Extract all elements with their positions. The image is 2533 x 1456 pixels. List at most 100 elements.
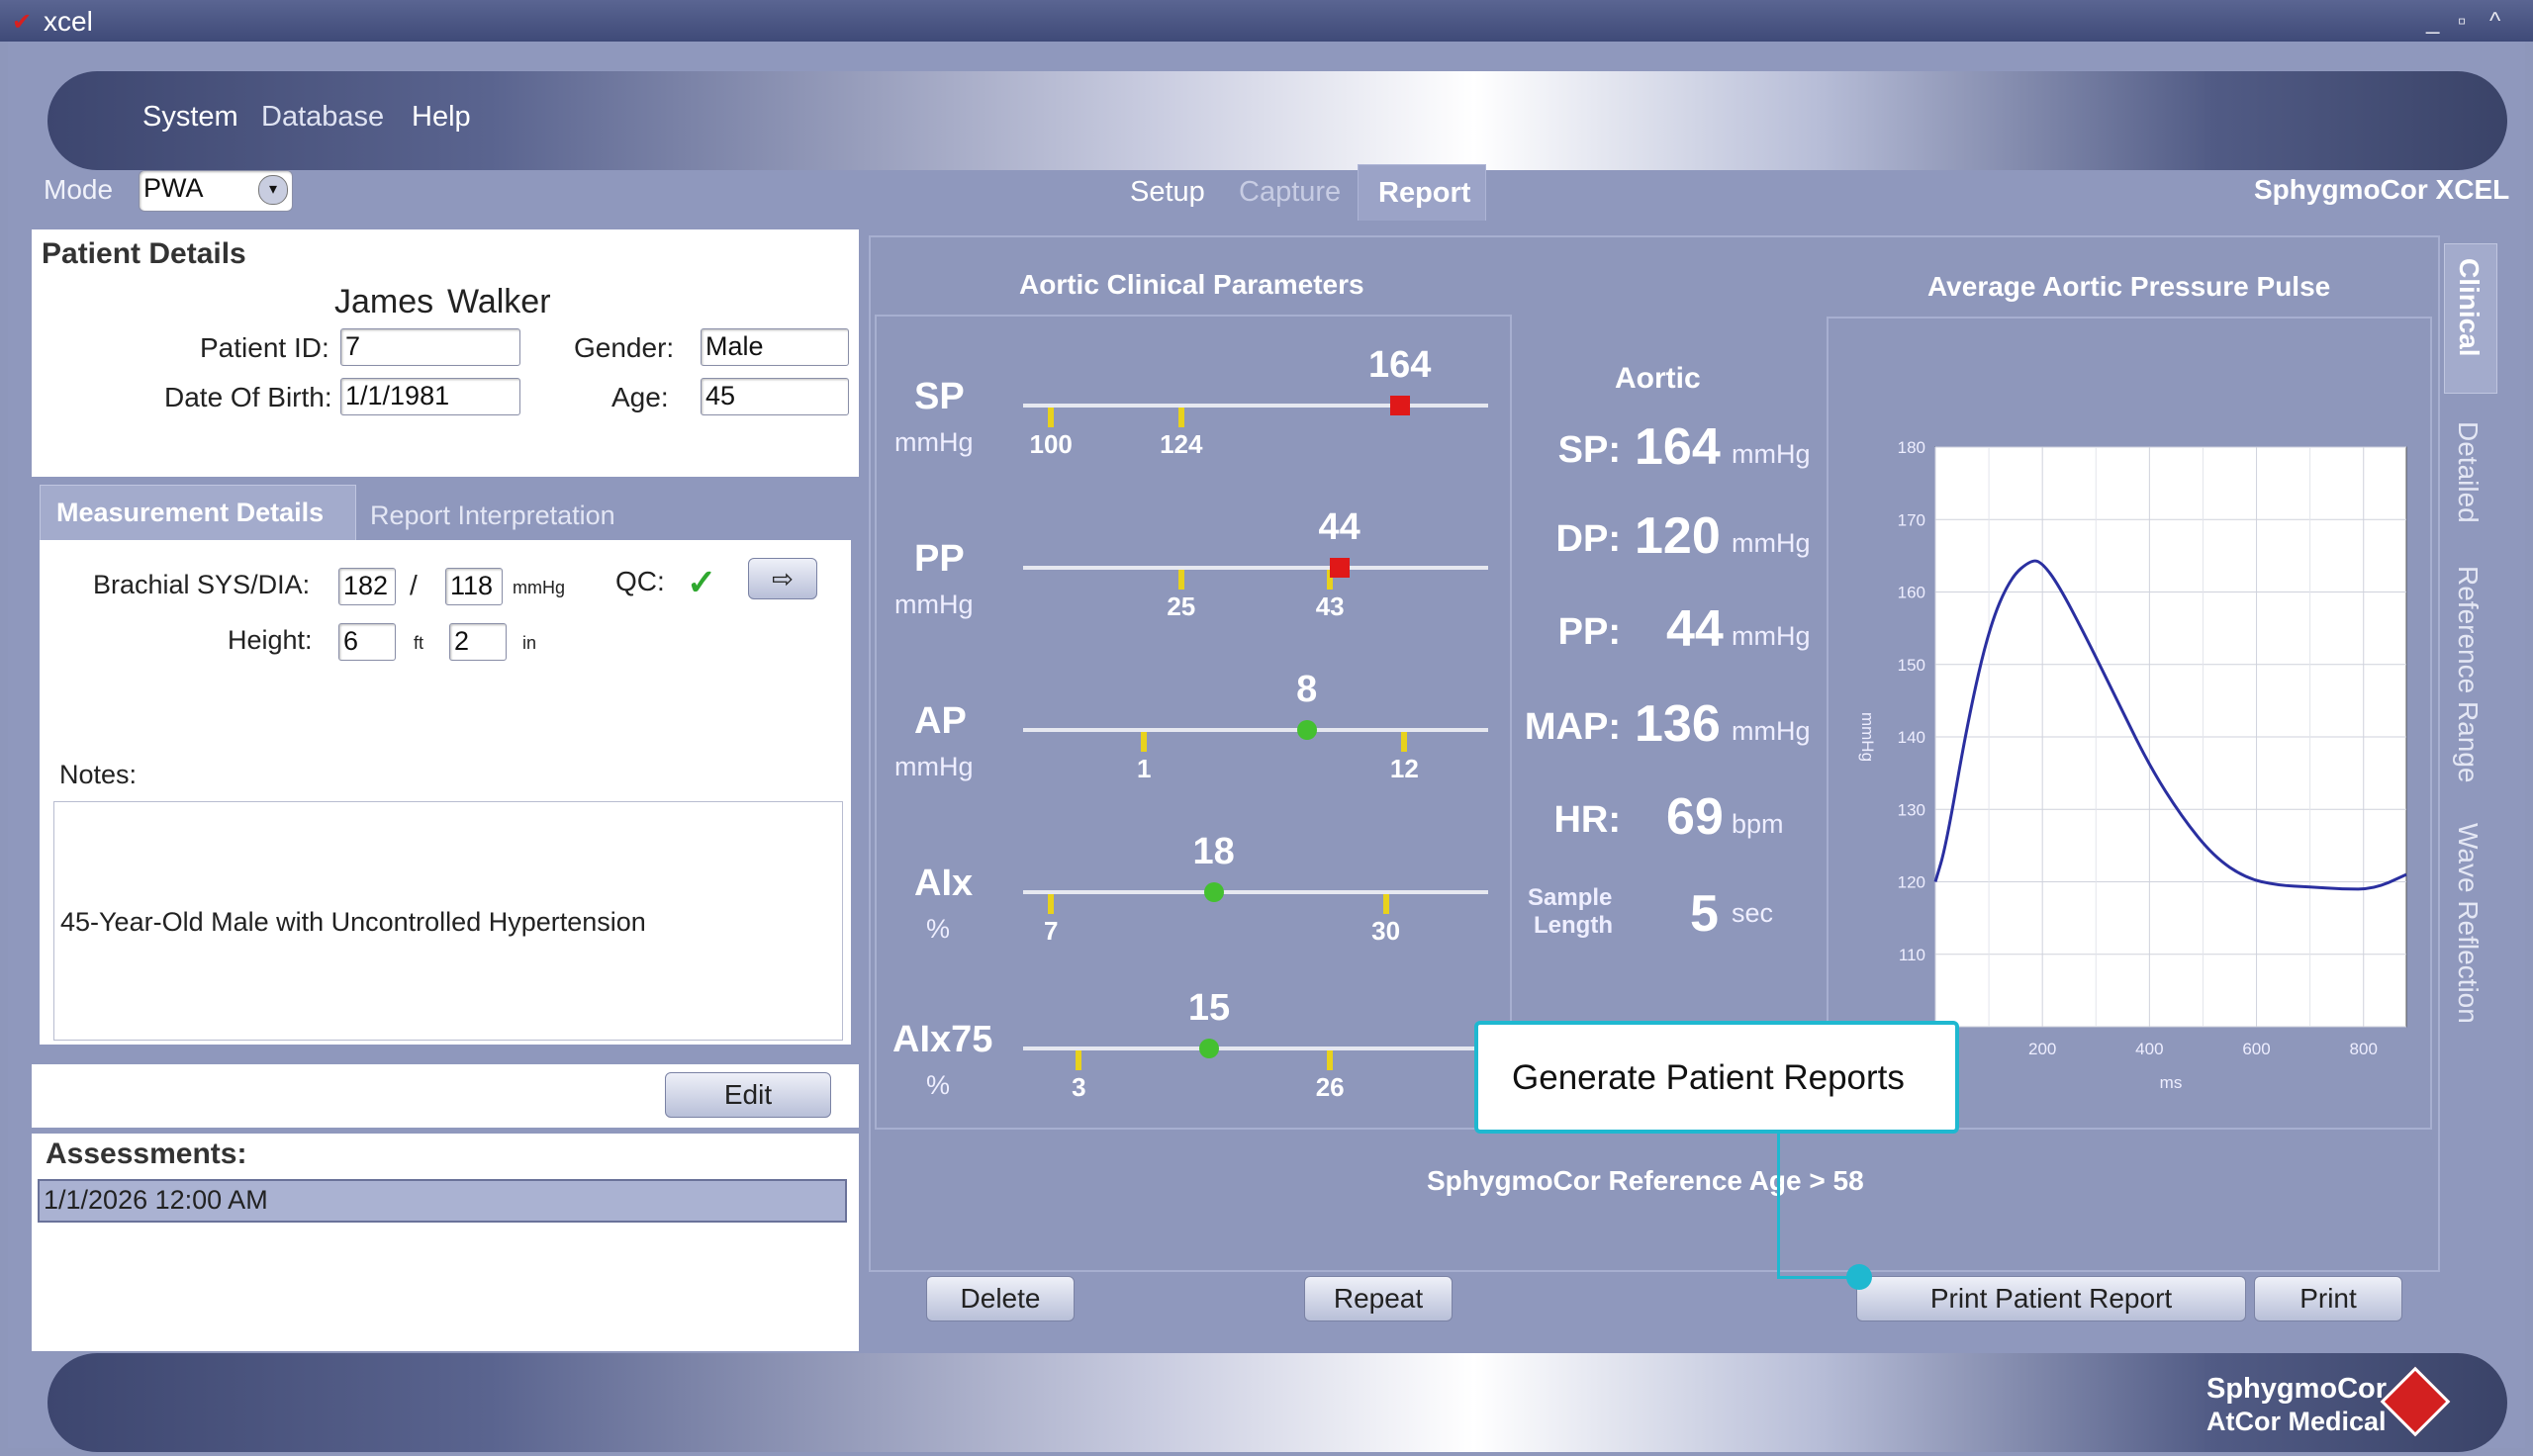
x-tick-label: 800 <box>2350 1040 2378 1058</box>
param-unit: % <box>926 1070 951 1100</box>
gender-field[interactable]: Male <box>701 328 849 366</box>
mode-value: PWA <box>143 173 204 203</box>
dob-value: 1/1/1981 <box>345 381 450 410</box>
ft-unit: ft <box>414 633 424 653</box>
chevron-down-icon[interactable]: ▾ <box>258 175 288 205</box>
pulse-chart: 1001101201301401501601701800200400600800… <box>1858 438 2407 1092</box>
dob-field[interactable]: 1/1/1981 <box>340 378 520 415</box>
y-tick-label: 150 <box>1898 656 1925 675</box>
gender-value: Male <box>705 331 764 361</box>
gender-label: Gender: <box>574 332 675 363</box>
param-high-tick <box>1177 408 1184 427</box>
param-value: 44 <box>1318 506 1360 548</box>
param-name: AIx <box>914 863 974 904</box>
tab-measurement-label: Measurement Details <box>56 498 325 527</box>
param-high-tick <box>1327 1050 1334 1070</box>
param-high-label: 43 <box>1315 592 1345 621</box>
height-label: Height: <box>228 625 313 655</box>
patient-id-field[interactable]: 7 <box>340 328 520 366</box>
param-low-tick <box>1141 732 1148 752</box>
height-ft-field[interactable]: 6 <box>338 623 396 661</box>
maximize-icon[interactable]: ^ <box>2489 8 2500 36</box>
param-unit: mmHg <box>894 590 974 619</box>
atcor-logo-icon <box>2380 1366 2451 1437</box>
repeat-button[interactable]: Repeat <box>1304 1276 1453 1321</box>
aortic-sp-unit: mmHg <box>1732 439 1811 469</box>
param-slider-track <box>1023 728 1488 732</box>
height-ft-value: 6 <box>343 626 359 656</box>
param-low-tick <box>1048 894 1055 914</box>
tab-capture[interactable]: Capture <box>1239 176 1341 209</box>
side-tab-reference-range[interactable]: Reference Range <box>2452 566 2484 782</box>
dia-field[interactable]: 118 <box>445 568 503 605</box>
bp-unit: mmHg <box>513 578 565 597</box>
param-marker <box>1199 1039 1219 1058</box>
param-value: 8 <box>1296 669 1318 710</box>
param-low-tick <box>1048 408 1055 427</box>
height-in-field[interactable]: 2 <box>449 623 507 661</box>
app-window: System Database Help Mode PWA ▾ Setup Ca… <box>8 42 2525 1452</box>
side-tab-detailed[interactable]: Detailed <box>2452 421 2484 523</box>
menu-bar: System Database Help <box>47 71 2507 170</box>
param-name: PP <box>914 538 965 580</box>
patient-id-value: 7 <box>345 331 361 361</box>
patient-last-name: Walker <box>447 283 551 320</box>
param-marker <box>1329 558 1350 578</box>
aortic-pp-value: 44 <box>1666 600 1724 658</box>
aortic-dp-unit: mmHg <box>1732 528 1811 558</box>
menu-help[interactable]: Help <box>412 101 471 134</box>
param-high-label: 12 <box>1389 754 1419 783</box>
notes-textarea[interactable]: 45-Year-Old Male with Uncontrolled Hyper… <box>53 801 843 1041</box>
minimize-icon[interactable]: _ <box>2426 8 2439 36</box>
param-high-label: 26 <box>1315 1072 1345 1102</box>
param-unit: % <box>926 914 951 944</box>
aortic-sp-value: 164 <box>1635 418 1721 476</box>
callout-box: Generate Patient Reports <box>1474 1021 1959 1134</box>
param-low-label: 1 <box>1136 754 1152 783</box>
print-button[interactable]: Print <box>2254 1276 2402 1321</box>
age-label: Age: <box>611 382 669 412</box>
mode-label: Mode <box>44 174 114 205</box>
tab-report[interactable]: Report <box>1358 164 1486 221</box>
edit-button[interactable]: Edit <box>665 1072 831 1118</box>
menu-system[interactable]: System <box>142 101 238 134</box>
side-tab-wave-reflection[interactable]: Wave Reflection <box>2452 823 2484 1024</box>
x-tick-label: 200 <box>2028 1040 2056 1058</box>
brachial-label: Brachial SYS/DIA: <box>93 570 311 599</box>
tab-report-interpretation[interactable]: Report Interpretation <box>370 500 615 531</box>
tab-setup[interactable]: Setup <box>1130 176 1205 209</box>
param-marker <box>1389 396 1410 415</box>
param-value: 18 <box>1192 831 1235 872</box>
restore-icon[interactable]: ▫ <box>2458 8 2467 36</box>
delete-button[interactable]: Delete <box>926 1276 1075 1321</box>
age-field[interactable]: 45 <box>701 378 849 415</box>
mode-select[interactable]: PWA ▾ <box>139 170 293 212</box>
menu-database[interactable]: Database <box>261 101 384 134</box>
tab-measurement-details[interactable]: Measurement Details <box>40 485 356 542</box>
param-marker <box>1203 882 1224 902</box>
param-low-tick <box>1177 570 1184 590</box>
dia-value: 118 <box>450 571 494 600</box>
qc-label: QC: <box>615 566 665 596</box>
assessment-item[interactable]: 1/1/2026 12:00 AM <box>38 1179 847 1223</box>
reference-age: SphygmoCor Reference Age > 58 <box>1427 1165 1864 1196</box>
qc-arrow-button[interactable]: ⇨ <box>748 558 817 599</box>
param-value: 164 <box>1367 344 1432 386</box>
patient-details-panel: Patient Details James Walker Patient ID:… <box>32 229 859 477</box>
y-tick-label: 140 <box>1898 728 1925 747</box>
callout-line-horizontal <box>1777 1276 1854 1279</box>
measurement-panel: Brachial SYS/DIA: 182 / 118 mmHg QC: ✓ ⇨… <box>40 540 851 1045</box>
x-tick-label: 600 <box>2242 1040 2270 1058</box>
param-slider-track <box>1023 404 1488 408</box>
sample-length-label-2: Length <box>1534 912 1613 939</box>
aortic-hr-label: HR: <box>1553 799 1621 841</box>
x-tick-label: 400 <box>2135 1040 2163 1058</box>
print-patient-report-button[interactable]: Print Patient Report <box>1856 1276 2246 1321</box>
param-unit: mmHg <box>894 752 974 781</box>
aortic-sp-label: SP: <box>1557 429 1621 471</box>
param-slider-track <box>1023 1046 1488 1050</box>
sys-field[interactable]: 182 <box>338 568 396 605</box>
side-tab-clinical[interactable]: Clinical <box>2444 243 2497 394</box>
param-high-tick <box>1382 894 1389 914</box>
param-slider-track <box>1023 566 1488 570</box>
